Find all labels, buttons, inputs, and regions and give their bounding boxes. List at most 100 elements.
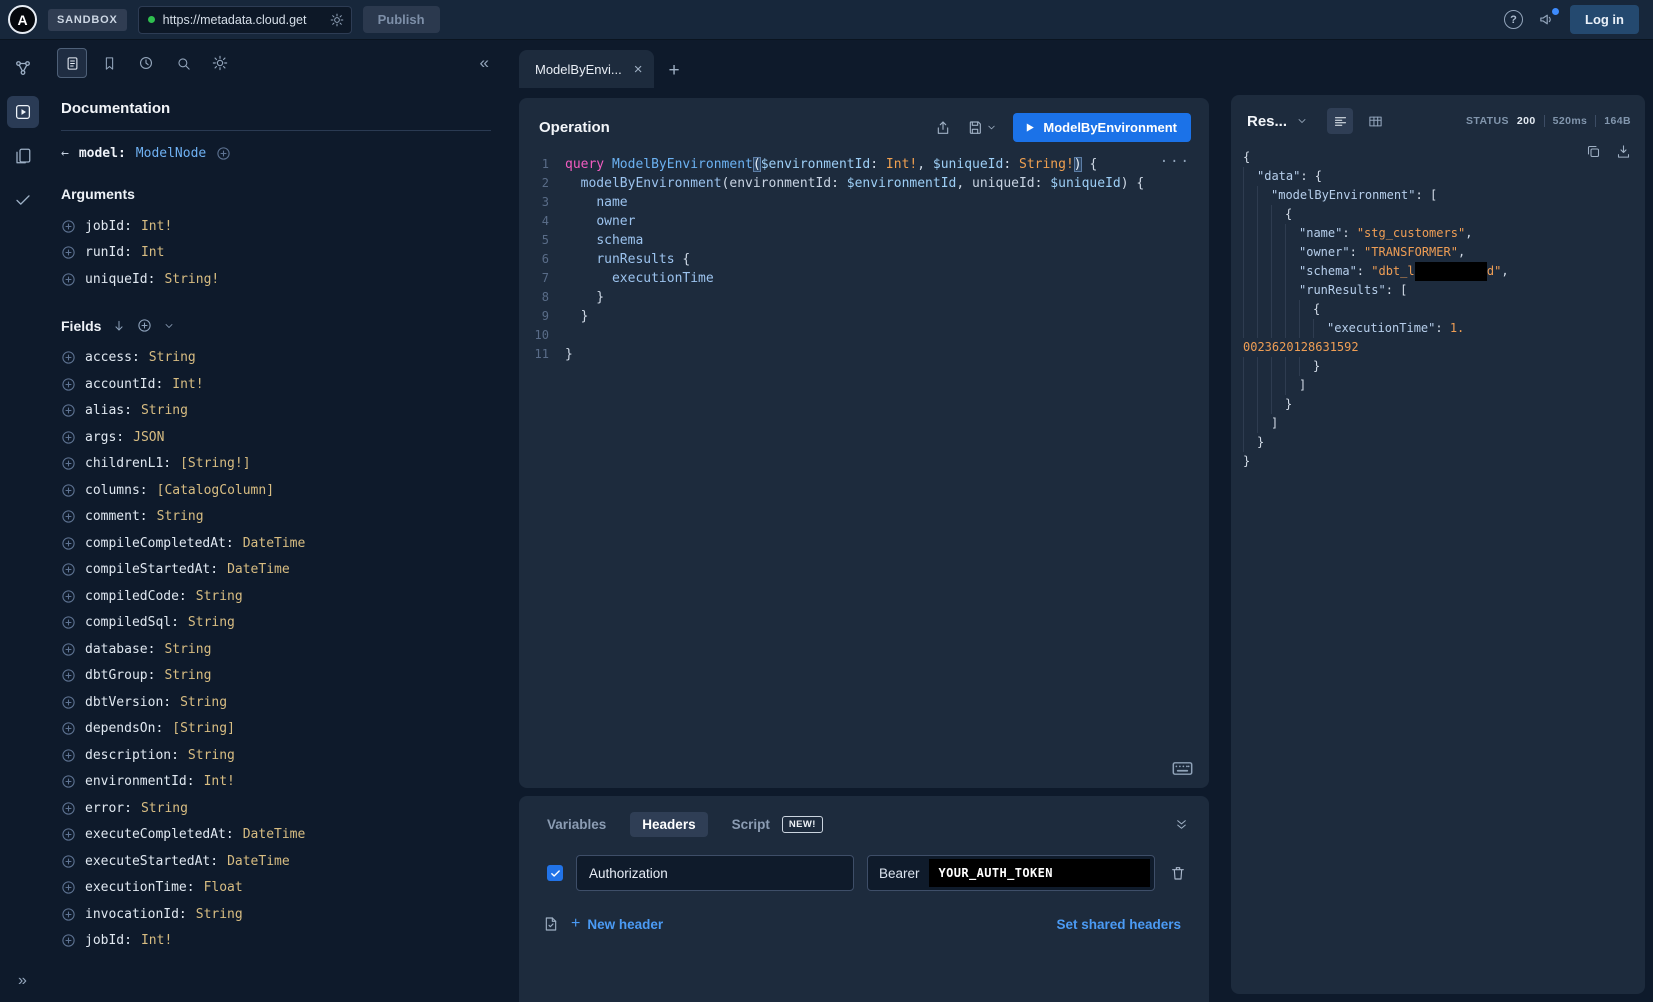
add-type-icon[interactable] [216, 146, 231, 161]
type-link[interactable]: String [141, 403, 188, 418]
collapse-panel-icon[interactable] [1174, 817, 1189, 832]
history-icon[interactable] [131, 48, 161, 78]
close-tab-icon[interactable]: × [634, 62, 643, 77]
add-to-query-icon[interactable] [61, 272, 76, 287]
add-to-query-icon[interactable] [61, 854, 76, 869]
fields-options-chevron-icon[interactable] [163, 320, 175, 332]
type-link[interactable]: String [164, 668, 211, 683]
add-to-query-icon[interactable] [61, 430, 76, 445]
type-link[interactable]: DateTime [243, 536, 306, 551]
new-header-button[interactable]: + New header [571, 915, 663, 933]
add-to-query-icon[interactable] [61, 245, 76, 260]
add-to-query-icon[interactable] [61, 801, 76, 816]
add-to-query-icon[interactable] [61, 403, 76, 418]
type-link[interactable]: Int [141, 245, 164, 260]
docs-tab-icon[interactable] [57, 48, 87, 78]
add-to-query-icon[interactable] [61, 721, 76, 736]
editor-more-menu-icon[interactable]: ··· [1160, 153, 1191, 172]
save-operation-button[interactable] [967, 120, 997, 136]
set-shared-headers-link[interactable]: Set shared headers [1056, 917, 1181, 932]
type-link[interactable]: JSON [133, 430, 164, 445]
nav-readiness-icon[interactable] [7, 184, 39, 216]
download-response-icon[interactable] [1616, 144, 1631, 159]
add-to-query-icon[interactable] [61, 377, 76, 392]
add-to-query-icon[interactable] [61, 907, 76, 922]
type-link[interactable]: String [196, 907, 243, 922]
type-link[interactable]: [String!] [180, 456, 250, 471]
tab-headers[interactable]: Headers [630, 812, 707, 837]
add-to-query-icon[interactable] [61, 695, 76, 710]
add-to-query-icon[interactable] [61, 933, 76, 948]
nav-explorer-icon[interactable] [7, 96, 39, 128]
nav-schema-icon[interactable] [7, 52, 39, 84]
add-to-query-icon[interactable] [61, 536, 76, 551]
share-operation-icon[interactable] [935, 120, 951, 136]
search-icon[interactable] [168, 48, 198, 78]
add-to-query-icon[interactable] [61, 219, 76, 234]
add-to-query-icon[interactable] [61, 642, 76, 657]
type-link[interactable]: Int! [141, 933, 172, 948]
endpoint-url[interactable]: https://metadata.cloud.get [163, 13, 322, 27]
publish-button[interactable]: Publish [363, 6, 440, 33]
run-operation-button[interactable]: ModelByEnvironment [1013, 113, 1191, 142]
type-link[interactable]: String [157, 509, 204, 524]
explorer-settings-gear-icon[interactable] [205, 48, 235, 78]
type-link[interactable]: DateTime [227, 854, 290, 869]
type-link[interactable]: Int! [141, 219, 172, 234]
type-link[interactable]: Int! [172, 377, 203, 392]
auth-token-value[interactable]: YOUR_AUTH_TOKEN [929, 859, 1150, 887]
add-to-query-icon[interactable] [61, 774, 76, 789]
graphql-editor[interactable]: 1query ModelByEnvironment($environmentId… [519, 151, 1209, 788]
type-link[interactable]: String [149, 350, 196, 365]
new-tab-icon[interactable]: + [664, 60, 687, 88]
copy-response-icon[interactable] [1586, 144, 1601, 159]
response-json-view-icon[interactable] [1327, 108, 1353, 134]
expand-rail-icon[interactable]: » [0, 972, 45, 990]
add-to-query-icon[interactable] [61, 668, 76, 683]
announcements-icon[interactable] [1538, 11, 1555, 28]
delete-header-icon[interactable] [1170, 865, 1186, 881]
add-to-query-icon[interactable] [61, 615, 76, 630]
header-value-field[interactable]: Bearer YOUR_AUTH_TOKEN [867, 855, 1155, 891]
type-link[interactable]: String [188, 748, 235, 763]
type-link[interactable]: String [196, 589, 243, 604]
type-link[interactable]: Int! [204, 774, 235, 789]
header-enabled-checkbox[interactable] [547, 865, 563, 881]
type-link[interactable]: [CatalogColumn] [157, 483, 274, 498]
add-to-query-icon[interactable] [61, 748, 76, 763]
type-link[interactable]: Float [204, 880, 243, 895]
type-link[interactable]: String [164, 642, 211, 657]
nav-checklist-icon[interactable] [7, 140, 39, 172]
add-all-fields-icon[interactable] [137, 318, 152, 333]
add-to-query-icon[interactable] [61, 562, 76, 577]
back-arrow-icon[interactable]: ← [61, 146, 69, 161]
collapse-docs-panel-icon[interactable]: « [480, 53, 489, 73]
add-to-query-icon[interactable] [61, 589, 76, 604]
environment-settings-icon[interactable] [543, 916, 559, 932]
response-dropdown-chevron-icon[interactable] [1296, 115, 1308, 127]
login-button[interactable]: Log in [1570, 5, 1639, 34]
sort-fields-icon[interactable] [112, 319, 126, 333]
bookmarks-icon[interactable] [94, 48, 124, 78]
type-link[interactable]: String! [164, 272, 219, 287]
type-link[interactable]: [String] [172, 721, 235, 736]
header-key-input[interactable] [576, 855, 854, 891]
type-link[interactable]: String [188, 615, 235, 630]
operation-tab[interactable]: ModelByEnvi... × [519, 50, 654, 88]
add-to-query-icon[interactable] [61, 509, 76, 524]
endpoint-url-field[interactable]: https://metadata.cloud.get [138, 6, 352, 34]
help-icon[interactable]: ? [1504, 10, 1523, 29]
type-link[interactable]: String [180, 695, 227, 710]
add-to-query-icon[interactable] [61, 827, 76, 842]
endpoint-settings-gear-icon[interactable] [330, 13, 344, 27]
breadcrumb-type-link[interactable]: ModelNode [136, 146, 206, 161]
type-link[interactable]: DateTime [243, 827, 306, 842]
add-to-query-icon[interactable] [61, 350, 76, 365]
add-to-query-icon[interactable] [61, 456, 76, 471]
tab-script[interactable]: Script [732, 817, 770, 832]
tab-variables[interactable]: Variables [547, 817, 606, 832]
add-to-query-icon[interactable] [61, 483, 76, 498]
type-link[interactable]: DateTime [227, 562, 290, 577]
response-table-view-icon[interactable] [1362, 108, 1388, 134]
type-link[interactable]: String [141, 801, 188, 816]
